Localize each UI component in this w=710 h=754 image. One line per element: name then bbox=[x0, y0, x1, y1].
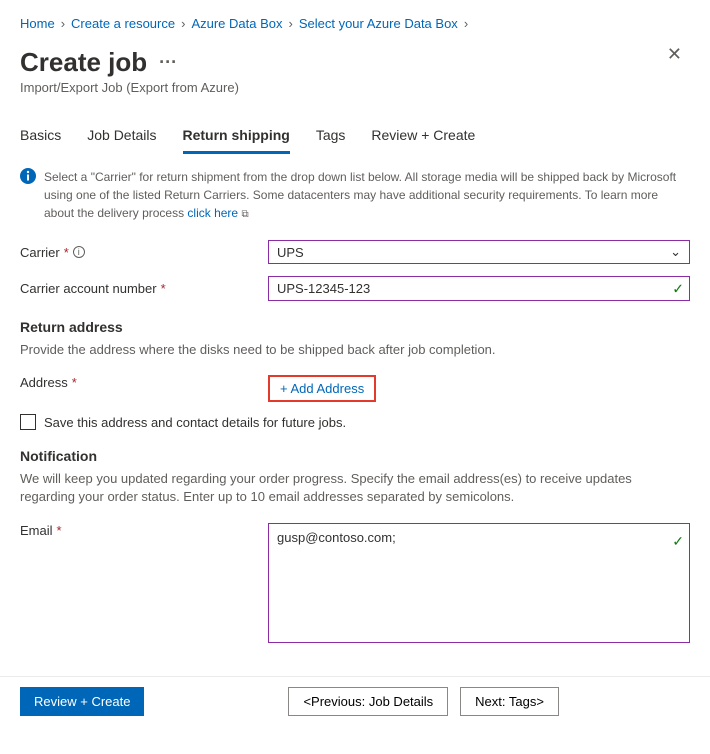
breadcrumb-create-resource[interactable]: Create a resource bbox=[71, 16, 175, 31]
save-address-checkbox[interactable] bbox=[20, 414, 36, 430]
next-button[interactable]: Next: Tags> bbox=[460, 687, 559, 716]
tab-basics[interactable]: Basics bbox=[20, 121, 61, 154]
previous-button[interactable]: <Previous: Job Details bbox=[288, 687, 448, 716]
checkmark-icon: ✓ bbox=[672, 533, 684, 550]
chevron-down-icon: ⌄ bbox=[670, 244, 681, 260]
help-icon[interactable]: i bbox=[73, 246, 85, 258]
tab-job-details[interactable]: Job Details bbox=[87, 121, 156, 154]
close-icon[interactable]: ✕ bbox=[659, 41, 690, 67]
footer-bar: Review + Create <Previous: Job Details N… bbox=[0, 676, 710, 726]
chevron-right-icon: › bbox=[288, 16, 292, 31]
info-banner: Select a "Carrier" for return shipment f… bbox=[20, 168, 690, 222]
checkmark-icon: ✓ bbox=[672, 280, 684, 297]
info-text: Select a "Carrier" for return shipment f… bbox=[44, 170, 676, 220]
address-label: Address* bbox=[20, 375, 268, 390]
return-address-desc: Provide the address where the disks need… bbox=[20, 341, 690, 359]
tab-return-shipping[interactable]: Return shipping bbox=[183, 121, 290, 154]
info-icon bbox=[20, 168, 36, 184]
external-link-icon: ⧉ bbox=[241, 209, 248, 220]
breadcrumb-home[interactable]: Home bbox=[20, 16, 55, 31]
notification-desc: We will keep you updated regarding your … bbox=[20, 470, 690, 506]
breadcrumb-select-data-box[interactable]: Select your Azure Data Box bbox=[299, 16, 458, 31]
return-address-heading: Return address bbox=[20, 319, 690, 335]
page-subtitle: Import/Export Job (Export from Azure) bbox=[20, 80, 239, 95]
email-input[interactable] bbox=[268, 523, 690, 643]
tab-tags[interactable]: Tags bbox=[316, 121, 346, 154]
more-icon[interactable]: ··· bbox=[159, 52, 177, 73]
chevron-right-icon: › bbox=[181, 16, 185, 31]
breadcrumb: Home › Create a resource › Azure Data Bo… bbox=[20, 16, 690, 31]
carrier-label: Carrier* i bbox=[20, 245, 268, 260]
tab-bar: Basics Job Details Return shipping Tags … bbox=[20, 121, 690, 154]
chevron-right-icon: › bbox=[464, 16, 468, 31]
notification-heading: Notification bbox=[20, 448, 690, 464]
carrier-account-input[interactable] bbox=[268, 276, 690, 301]
save-address-label: Save this address and contact details fo… bbox=[44, 415, 346, 430]
carrier-select[interactable]: UPS ⌄ bbox=[268, 240, 690, 264]
page-title: Create job ··· bbox=[20, 47, 239, 78]
add-address-button[interactable]: + Add Address bbox=[268, 375, 376, 402]
info-link[interactable]: click here bbox=[187, 206, 238, 220]
breadcrumb-azure-data-box[interactable]: Azure Data Box bbox=[191, 16, 282, 31]
email-label: Email* bbox=[20, 523, 268, 538]
review-create-button[interactable]: Review + Create bbox=[20, 687, 144, 716]
chevron-right-icon: › bbox=[61, 16, 65, 31]
tab-review-create[interactable]: Review + Create bbox=[371, 121, 475, 154]
carrier-account-label: Carrier account number* bbox=[20, 281, 268, 296]
